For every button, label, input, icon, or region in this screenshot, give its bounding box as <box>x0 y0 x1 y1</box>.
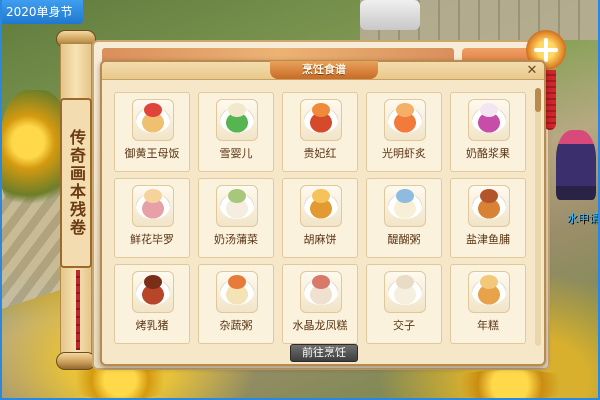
recipe-name: 年糕 <box>477 319 499 332</box>
plate-icon <box>220 189 254 219</box>
veggie-porridge-icon <box>216 271 258 313</box>
recipe-item[interactable]: 御黄王母饭 <box>114 92 190 172</box>
flower-bush-right <box>440 370 580 400</box>
food-icon <box>144 275 162 289</box>
white-shrine <box>360 0 420 30</box>
food-icon <box>480 189 498 203</box>
food-icon <box>312 189 330 203</box>
plate-icon <box>136 189 170 219</box>
recipe-name: 贵妃红 <box>303 147 337 160</box>
go-cook-button[interactable]: 前往烹饪 <box>290 344 358 362</box>
recipe-item[interactable]: 盐津鱼脯 <box>450 178 526 258</box>
recipe-item[interactable]: 烤乳猪 <box>114 264 190 344</box>
event-tag: 2020单身节 <box>0 0 83 24</box>
plate-icon <box>388 275 422 305</box>
scroll-rope <box>76 270 80 350</box>
plate-icon <box>388 189 422 219</box>
recipe-item[interactable]: 奶汤蒲菜 <box>198 178 274 258</box>
recipe-name: 醍醐粥 <box>387 233 421 246</box>
food-icon <box>396 189 414 203</box>
food-icon <box>396 103 414 117</box>
berry-dish-icon <box>468 99 510 141</box>
plate-icon <box>388 103 422 133</box>
food-icon <box>144 189 162 203</box>
plate-icon <box>472 103 506 133</box>
recipe-name: 雪婴儿 <box>219 147 253 160</box>
recipe-name: 盐津鱼脯 <box>466 233 510 246</box>
recipe-dialog: 烹饪食谱 ✕ 御黄王母饭 雪婴儿 贵妃红 光明虾炙 奶酪浆果鲜花毕罗 奶汤蒲菜 胡麻饼 醍醐粥… <box>100 60 546 366</box>
red-meatball-dish-icon <box>300 99 342 141</box>
recipe-item[interactable]: 奶酪浆果 <box>450 92 526 172</box>
plate-icon <box>304 103 338 133</box>
roast-pig-icon <box>132 271 174 313</box>
shrimp-dish-icon <box>384 99 426 141</box>
scrollbar-thumb[interactable] <box>535 88 541 112</box>
dumplings-icon <box>384 271 426 313</box>
recipe-name: 交子 <box>393 319 415 332</box>
food-icon <box>228 189 246 203</box>
recipe-name: 光明虾炙 <box>382 147 426 160</box>
food-icon <box>144 103 162 117</box>
scroll-rod-bottom <box>56 352 96 370</box>
plate-icon <box>472 275 506 305</box>
sesame-cake-icon <box>300 185 342 227</box>
plate-icon <box>472 189 506 219</box>
recipe-item[interactable]: 胡麻饼 <box>282 178 358 258</box>
pastry-dish-icon <box>132 185 174 227</box>
scroll-label-box: 传奇画本残卷 <box>60 98 92 268</box>
dialog-title: 烹饪食谱 <box>270 61 378 79</box>
plate-icon <box>304 189 338 219</box>
plate-icon <box>304 275 338 305</box>
recipe-item[interactable]: 水晶龙凤糕 <box>282 264 358 344</box>
rice-cake-icon <box>468 271 510 313</box>
story-scroll[interactable]: 传奇画本残卷 <box>56 30 96 370</box>
recipe-name: 杂蔬粥 <box>219 319 253 332</box>
recipe-grid: 御黄王母饭 雪婴儿 贵妃红 光明虾炙 奶酪浆果鲜花毕罗 奶汤蒲菜 胡麻饼 醍醐粥 盐津鱼脯烤乳猪… <box>114 92 530 344</box>
cake-dish-icon <box>132 99 174 141</box>
plate-icon <box>220 103 254 133</box>
recipe-item[interactable]: 鲜花毕罗 <box>114 178 190 258</box>
recipe-name: 水晶龙凤糕 <box>292 319 348 332</box>
recipe-name: 烤乳猪 <box>135 319 169 332</box>
food-icon <box>228 103 246 117</box>
fish-dish-icon <box>468 185 510 227</box>
food-icon <box>396 275 414 289</box>
food-icon <box>312 275 330 289</box>
scroll-label: 传奇画本残卷 <box>67 129 86 237</box>
recipe-item[interactable]: 贵妃红 <box>282 92 358 172</box>
close-button[interactable]: ✕ <box>524 63 540 79</box>
recipe-item[interactable]: 杂蔬粥 <box>198 264 274 344</box>
recipe-name: 御黄王母饭 <box>124 147 180 160</box>
recipe-item[interactable]: 交子 <box>366 264 442 344</box>
npc-chat-text: 水申请 <box>567 212 600 225</box>
jelly-dish-icon <box>216 99 258 141</box>
recipe-name: 胡麻饼 <box>303 233 337 246</box>
recipe-name: 奶汤蒲菜 <box>214 233 258 246</box>
recipe-item[interactable]: 醍醐粥 <box>366 178 442 258</box>
plate-icon <box>136 275 170 305</box>
recipe-item[interactable]: 光明虾炙 <box>366 92 442 172</box>
plate-icon <box>220 275 254 305</box>
plate-icon <box>136 103 170 133</box>
npc-character[interactable] <box>556 130 596 200</box>
recipe-item[interactable]: 年糕 <box>450 264 526 344</box>
soup-dish-icon <box>216 185 258 227</box>
recipe-name: 奶酪浆果 <box>466 147 510 160</box>
recipe-name: 鲜花毕罗 <box>130 233 174 246</box>
food-icon <box>480 275 498 289</box>
food-icon <box>228 275 246 289</box>
food-icon <box>312 103 330 117</box>
scrollbar[interactable] <box>535 88 541 346</box>
crystal-cake-icon <box>300 271 342 313</box>
porridge-bowl-icon <box>384 185 426 227</box>
food-icon <box>480 103 498 117</box>
recipe-item[interactable]: 雪婴儿 <box>198 92 274 172</box>
